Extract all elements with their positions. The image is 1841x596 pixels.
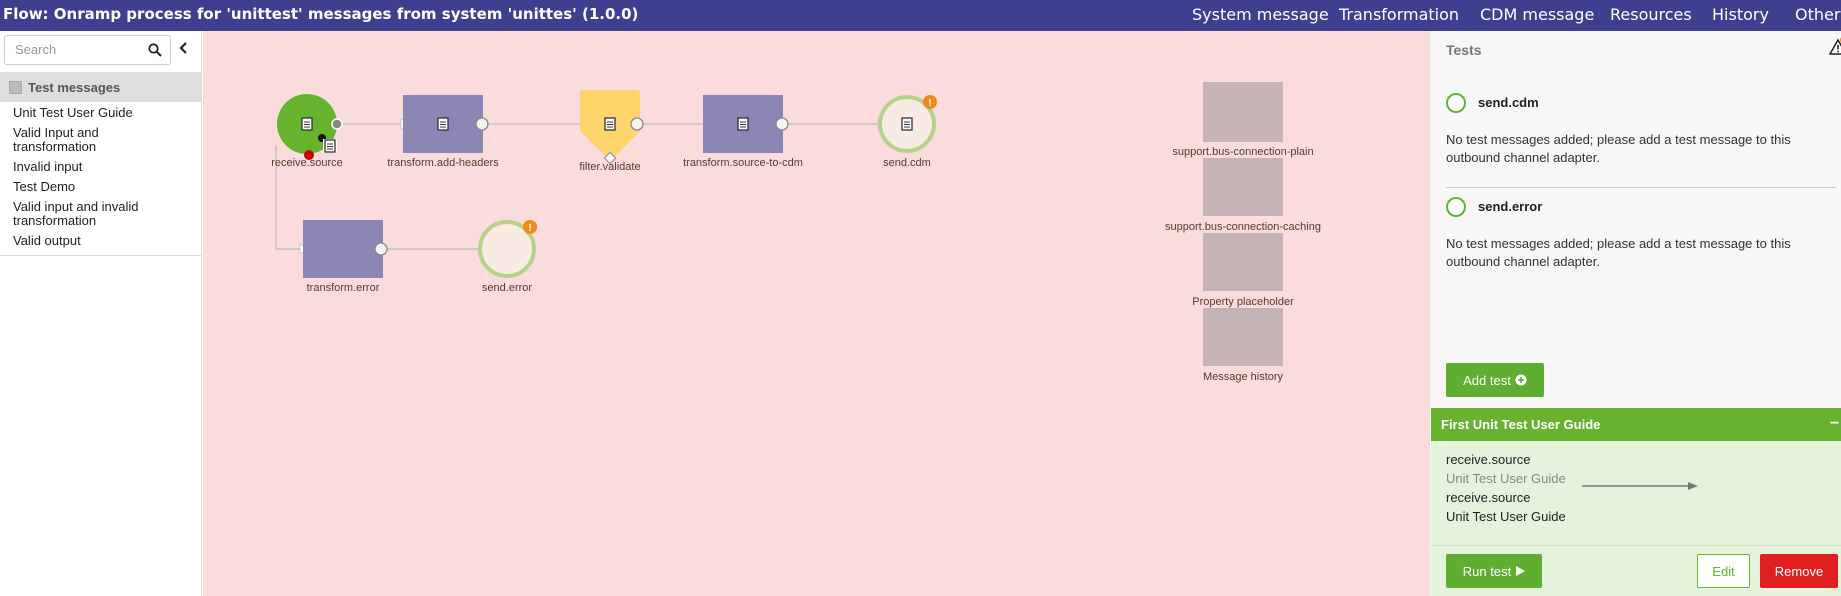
- test-messages-header: Test messages: [0, 72, 201, 102]
- adapter-message: No test messages added; please add a tes…: [1446, 132, 1791, 165]
- list-icon: [9, 81, 22, 94]
- search-box: [4, 35, 171, 65]
- plus-circle-icon: [1515, 374, 1527, 386]
- add-test-label: Add test: [1463, 372, 1511, 388]
- search-icon[interactable]: [148, 43, 162, 57]
- remove-button[interactable]: Remove: [1760, 554, 1838, 588]
- node-label-send-cdm: send.cdm: [883, 157, 931, 169]
- list-item[interactable]: Valid Input and transformation: [0, 123, 140, 157]
- collapse-icon[interactable]: −: [1830, 415, 1839, 433]
- tests-panel: Tests send.cdm No test messages added; p…: [1429, 31, 1841, 596]
- adapter-message: No test messages added; please add a tes…: [1446, 236, 1791, 269]
- sidebar: Test messages Unit Test User Guide Valid…: [0, 31, 202, 596]
- nav-system-message[interactable]: System message: [1192, 5, 1329, 24]
- divider: [1446, 187, 1836, 188]
- adapter-name: send.error: [1478, 199, 1543, 214]
- chevron-left-icon[interactable]: [176, 40, 192, 56]
- test-case-title: First Unit Test User Guide: [1441, 417, 1601, 432]
- test-case-header[interactable]: First Unit Test User Guide −: [1431, 408, 1841, 441]
- warning-icon[interactable]: [1829, 37, 1841, 55]
- edit-button[interactable]: Edit: [1697, 554, 1750, 588]
- node-transform-add-headers[interactable]: transform.add-headers: [387, 95, 499, 169]
- node-label-transform-add-headers: transform.add-headers: [387, 157, 499, 169]
- node-label-receive-source: receive.source: [271, 157, 343, 169]
- list-item[interactable]: Valid output: [0, 231, 201, 251]
- nav-cdm-message[interactable]: CDM message: [1480, 5, 1594, 24]
- status-circle-icon: [1446, 93, 1466, 113]
- resource-label: Property placeholder: [1192, 296, 1294, 308]
- status-circle-icon: [1446, 197, 1466, 217]
- test-input-endpoint: receive.source: [1446, 452, 1531, 467]
- tests-title: Tests: [1446, 42, 1482, 58]
- svg-text:!: !: [928, 98, 931, 109]
- run-test-label: Run test: [1462, 563, 1512, 579]
- node-label-send-error: send.error: [482, 282, 532, 294]
- resource-property-placeholder[interactable]: Property placeholder: [1192, 233, 1294, 308]
- list-item[interactable]: Test Demo: [0, 177, 201, 197]
- top-bar: Flow: Onramp process for 'unittest' mess…: [0, 0, 1841, 31]
- node-send-cdm[interactable]: ! send.cdm: [878, 95, 937, 169]
- resource-bus-connection-caching[interactable]: support.bus-connection-caching: [1165, 158, 1321, 233]
- nav-history[interactable]: History: [1712, 5, 1769, 24]
- test-output-message: Unit Test User Guide: [1446, 509, 1566, 524]
- node-receive-source[interactable]: receive.source: [271, 94, 343, 169]
- svg-text:!: !: [528, 223, 531, 234]
- list-item[interactable]: Invalid input: [0, 157, 201, 177]
- list-item[interactable]: Unit Test User Guide: [0, 103, 201, 123]
- nav-resources[interactable]: Resources: [1610, 5, 1692, 24]
- resource-label: support.bus-connection-plain: [1172, 146, 1313, 158]
- node-filter-validate[interactable]: filter.validate: [579, 90, 644, 173]
- test-messages-title: Test messages: [28, 80, 121, 95]
- resource-label: Message history: [1203, 371, 1284, 383]
- resource-message-history[interactable]: Message history: [1203, 308, 1284, 383]
- test-input-message: Unit Test User Guide: [1446, 471, 1566, 486]
- test-case-panel: First Unit Test User Guide − receive.sou…: [1431, 408, 1841, 596]
- adapter-name: send.cdm: [1478, 95, 1539, 110]
- page-title: Flow: Onramp process for 'unittest' mess…: [3, 5, 639, 23]
- node-label-transform-source-to-cdm: transform.source-to-cdm: [683, 157, 803, 169]
- nav-transformation[interactable]: Transformation: [1339, 5, 1459, 24]
- node-label-filter-validate: filter.validate: [579, 161, 640, 173]
- add-test-button[interactable]: Add test: [1446, 363, 1544, 397]
- flow-diagram: receive.source transform.add-headers fil…: [271, 82, 1321, 383]
- nav-other[interactable]: Other: [1795, 5, 1840, 24]
- resource-bus-connection-plain[interactable]: support.bus-connection-plain: [1172, 82, 1314, 158]
- arrow-right-icon: [1582, 482, 1698, 490]
- node-transform-source-to-cdm[interactable]: transform.source-to-cdm: [683, 95, 803, 169]
- divider: [1431, 545, 1841, 546]
- test-messages-list: Unit Test User Guide Valid Input and tra…: [0, 103, 201, 256]
- node-transform-error[interactable]: transform.error: [303, 220, 388, 294]
- resource-label: support.bus-connection-caching: [1165, 221, 1321, 233]
- node-label-transform-error: transform.error: [307, 282, 380, 294]
- list-item[interactable]: Valid input and invalid transformation: [0, 197, 170, 231]
- node-send-error[interactable]: ! send.error: [478, 220, 537, 294]
- run-test-button[interactable]: Run test: [1446, 554, 1542, 588]
- test-output-endpoint: receive.source: [1446, 490, 1531, 505]
- search-input[interactable]: [15, 42, 140, 57]
- flow-canvas: receive.source transform.add-headers fil…: [203, 31, 1429, 596]
- play-icon: [1516, 566, 1526, 576]
